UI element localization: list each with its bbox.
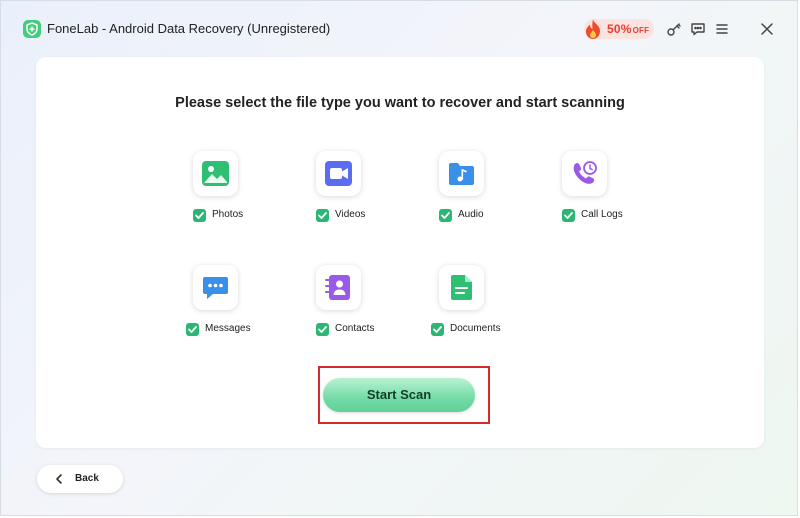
shield-plus-icon (23, 20, 41, 38)
chevron-left-icon (54, 473, 64, 488)
document-icon[interactable] (439, 265, 484, 310)
documents-checkbox[interactable] (431, 323, 444, 336)
photos-checkbox[interactable] (193, 209, 206, 222)
music-folder-icon[interactable] (439, 151, 484, 196)
video-camera-icon[interactable] (316, 151, 361, 196)
promo-discount: 50% (607, 22, 632, 36)
photo-icon[interactable] (193, 151, 238, 196)
contact-card-icon[interactable] (316, 265, 361, 310)
key-icon[interactable] (665, 20, 683, 38)
contacts-label: Contacts (335, 323, 375, 334)
videos-checkbox[interactable] (316, 209, 329, 222)
promo-text: 50%OFF (607, 22, 649, 36)
back-label: Back (75, 473, 99, 484)
back-button[interactable]: Back (37, 465, 123, 493)
call-logs-label: Call Logs (581, 209, 623, 220)
photos-label: Photos (212, 209, 244, 220)
page-heading: Please select the file type you want to … (175, 95, 625, 111)
messages-checkbox[interactable] (186, 323, 199, 336)
promo-suffix: OFF (632, 26, 650, 35)
close-icon[interactable] (758, 20, 776, 38)
documents-label: Documents (450, 323, 501, 334)
promo-badge[interactable]: 50%OFF (584, 19, 654, 39)
title-bar: FoneLab - Android Data Recovery (Unregis… (1, 1, 797, 57)
audio-checkbox[interactable] (439, 209, 452, 222)
phone-clock-icon[interactable] (562, 151, 607, 196)
audio-label: Audio (458, 209, 484, 220)
start-scan-button[interactable]: Start Scan (323, 378, 475, 412)
messages-label: Messages (205, 323, 251, 334)
menu-icon[interactable] (713, 20, 731, 38)
app-title: FoneLab - Android Data Recovery (Unregis… (47, 21, 331, 36)
app-window: FoneLab - Android Data Recovery (Unregis… (0, 0, 798, 516)
chat-icon[interactable] (689, 20, 707, 38)
message-bubble-icon[interactable] (193, 265, 238, 310)
contacts-checkbox[interactable] (316, 323, 329, 336)
fire-icon (582, 17, 604, 41)
videos-label: Videos (335, 209, 366, 220)
call-logs-checkbox[interactable] (562, 209, 575, 222)
